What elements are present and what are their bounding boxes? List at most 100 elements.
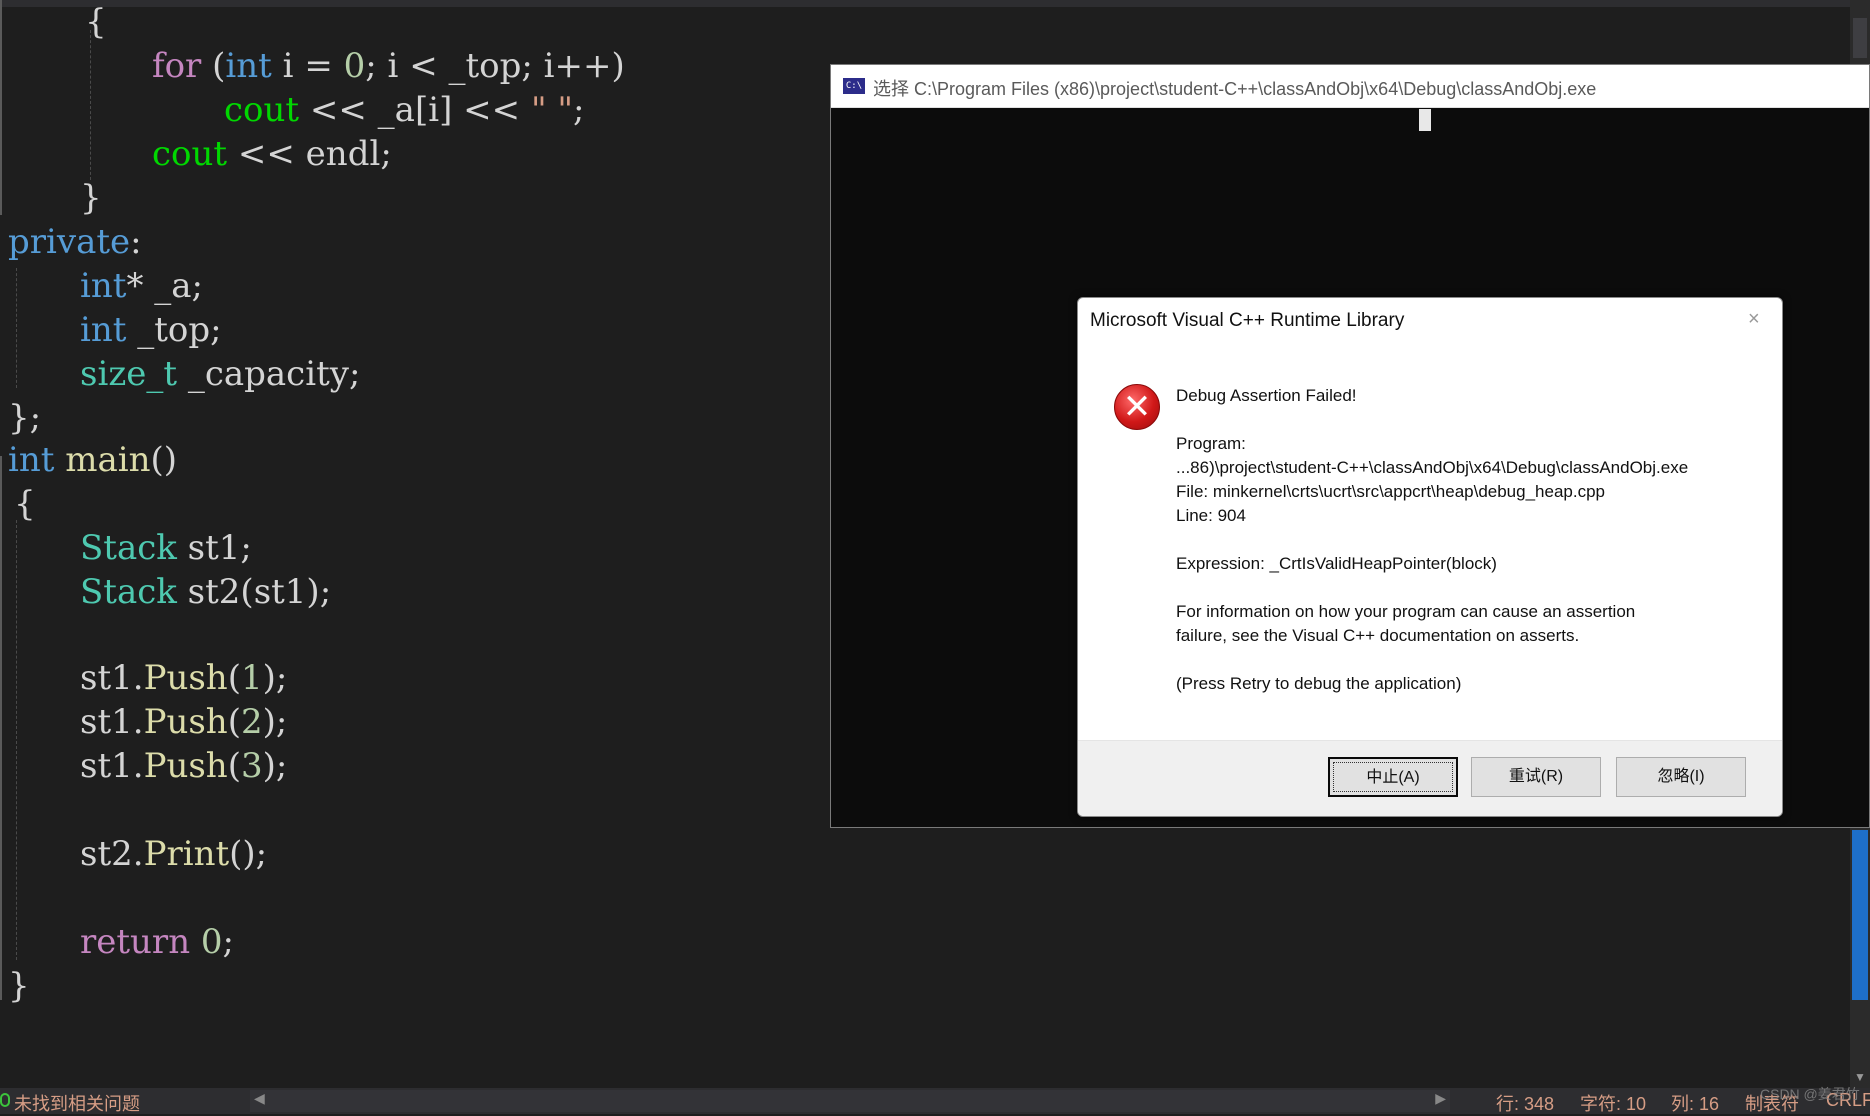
code-token: (); [229,834,268,874]
program-label: Program: [1176,434,1246,453]
code-token: }; [8,398,42,438]
code-token: () [150,440,178,480]
code-token: } [80,178,102,218]
indent-guide [90,30,91,180]
code-token: for [152,46,202,86]
scroll-down-icon[interactable]: ▼ [1854,1070,1866,1084]
code-token: int [225,46,272,86]
console-cursor [1419,109,1431,131]
code-token: _top; [126,310,222,350]
console-title: 选择 C:\Program Files (x86)\project\studen… [873,79,1597,99]
code-token: return [80,922,191,962]
code-line: st1.Push(1); [80,658,287,698]
code-token: ); [262,658,288,698]
scrollbar-marker [1852,830,1868,1000]
assertion-dialog: Microsoft Visual C++ Runtime Library × ✕… [1077,297,1783,817]
code-token: Stack [80,528,177,568]
code-token: " " [530,90,574,130]
code-token: int [80,310,127,350]
code-token: ( [227,702,241,742]
line-indicator[interactable]: 行: 348 [1496,1090,1554,1116]
code-token: : [130,222,142,262]
code-token: main [65,440,151,480]
code-token: << _a[i] << [299,90,531,130]
dialog-button-bar: 中止(A) 重试(R) 忽略(I) [1078,740,1782,816]
code-token: st1. [80,746,144,786]
dialog-heading: Debug Assertion Failed! [1176,386,1357,405]
code-line: st1.Push(2); [80,702,287,742]
scrollbar-thumb[interactable] [1853,18,1867,58]
code-token: st2. [80,834,144,874]
code-line: { [85,2,107,42]
code-token: 0 [343,46,366,86]
code-line: }; [8,398,41,438]
dialog-title: Microsoft Visual C++ Runtime Library [1090,310,1405,331]
code-token: ); [262,746,288,786]
retry-button[interactable]: 重试(R) [1471,757,1601,797]
scroll-right-icon[interactable]: ▶ [1435,1090,1446,1107]
line-text: Line: 904 [1176,506,1246,525]
console-app-icon: C:\ [843,78,865,94]
code-line: } [8,966,30,1006]
code-token: cout [152,134,228,174]
issues-status[interactable]: 未找到相关问题 [14,1090,140,1116]
code-token: int [80,266,127,306]
code-token: 3 [240,746,263,786]
code-line: int main() [8,440,177,480]
code-token: private [8,222,131,262]
code-line: cout << endl; [152,134,392,174]
horizontal-scrollbar[interactable]: ◀ ▶ [250,1090,1450,1112]
ignore-button[interactable]: 忽略(I) [1616,757,1746,797]
code-token: Push [143,658,228,698]
code-line: for (int i = 0; i < _top; i++) [152,46,625,86]
fold-marker [0,0,2,215]
code-token: 1 [240,658,263,698]
abort-button[interactable]: 中止(A) [1328,757,1458,797]
code-token: ( [227,746,241,786]
char-indicator[interactable]: 字符: 10 [1580,1090,1646,1116]
code-token: 2 [240,702,263,742]
code-token: ( [201,46,226,86]
file-text: File: minkernel\crts\ucrt\src\appcrt\hea… [1176,482,1606,501]
code-line: } [80,178,102,218]
editor-tab-strip [0,0,1850,7]
code-token: Push [143,702,228,742]
status-bar: 未找到相关问题 ◀ ▶ 行: 348 字符: 10 列: 16 制表符 CRLF… [0,1086,1870,1116]
code-line: st2.Print(); [80,834,267,874]
indent-guide [16,520,17,960]
indent-guide [16,268,17,388]
press-retry-text: (Press Retry to debug the application) [1176,674,1462,693]
code-token: int [8,440,55,480]
code-token: i = [271,46,344,86]
code-token: ); [262,702,288,742]
code-token: { [85,2,107,42]
info-text-1: For information on how your program can … [1176,602,1636,621]
scroll-left-icon[interactable]: ◀ [254,1090,265,1107]
console-titlebar[interactable]: C:\ 选择 C:\Program Files (x86)\project\st… [831,65,1869,108]
code-token: << endl; [227,134,392,174]
code-token: size_t [80,354,178,394]
fold-marker [0,456,2,1000]
code-token: st1. [80,702,144,742]
code-token: { [14,484,36,524]
code-token: st2(st1); [176,572,332,612]
code-token: * _a; [126,266,203,306]
code-token: ; i < _top; i++) [365,46,625,86]
code-line: int _top; [80,310,222,350]
code-token: ( [227,658,241,698]
code-line: st1.Push(3); [80,746,287,786]
code-line: private: [8,222,142,262]
code-token: cout [224,90,300,130]
code-line: int* _a; [80,266,203,306]
expression-text: Expression: _CrtIsValidHeapPointer(block… [1176,554,1497,573]
code-line: Stack st2(st1); [80,572,331,612]
status-ok-icon [0,1093,10,1107]
program-path: ...86)\project\student-C++\classAndObj\x… [1176,458,1689,477]
code-token: Push [143,746,228,786]
code-token: st1; [176,528,252,568]
code-token: Print [143,834,230,874]
col-indicator[interactable]: 列: 16 [1671,1090,1719,1116]
close-icon[interactable]: × [1748,308,1760,331]
